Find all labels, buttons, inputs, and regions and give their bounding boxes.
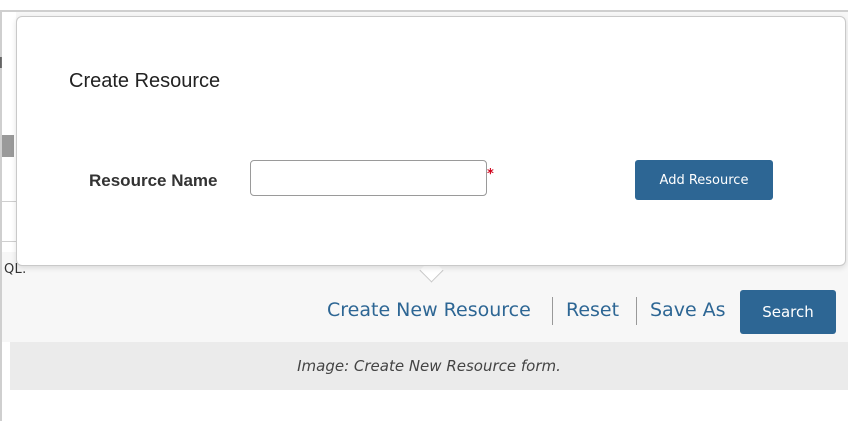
search-button[interactable]: Search bbox=[740, 290, 836, 334]
reset-link[interactable]: Reset bbox=[566, 299, 619, 321]
required-asterisk: * bbox=[487, 167, 494, 182]
image-caption-bar: Image: Create New Resource form. bbox=[10, 342, 848, 390]
image-caption: Image: Create New Resource form. bbox=[297, 357, 561, 375]
add-resource-button[interactable]: Add Resource bbox=[635, 160, 773, 200]
resource-name-label: Resource Name bbox=[89, 171, 218, 190]
create-resource-popover: Create Resource Resource Name * Add Reso… bbox=[16, 16, 846, 266]
popover-title: Create Resource bbox=[69, 70, 221, 92]
background-control-fragment bbox=[2, 135, 14, 157]
save-as-link[interactable]: Save As bbox=[650, 299, 726, 321]
background-text-fragment: l bbox=[0, 56, 3, 72]
action-separator bbox=[636, 297, 637, 325]
action-separator bbox=[552, 297, 553, 325]
background-form-strip bbox=[2, 12, 16, 252]
create-new-resource-link[interactable]: Create New Resource bbox=[327, 299, 531, 321]
background-divider bbox=[2, 241, 16, 242]
resource-name-input[interactable] bbox=[250, 160, 487, 196]
background-divider bbox=[2, 201, 16, 202]
